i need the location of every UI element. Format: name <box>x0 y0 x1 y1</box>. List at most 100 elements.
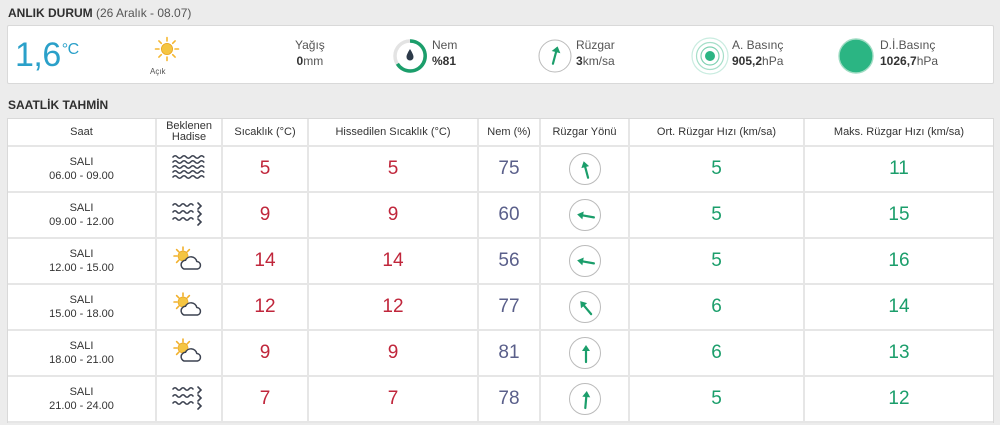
wind-direction-cell <box>540 192 630 239</box>
humidity-icon <box>392 38 428 79</box>
current-condition: Açık <box>150 36 184 76</box>
time-cell: SALI 12.00 - 15.00 <box>8 238 157 285</box>
current-conditions-title: ANLIK DURUM (26 Aralık - 08.07) <box>8 6 191 20</box>
humidity-cell: 81 <box>478 330 541 377</box>
header-time: Saat <box>8 119 157 147</box>
pressure-metric: A. Basınç 905,2hPa <box>732 38 783 68</box>
feels-like-cell: 12 <box>308 284 479 331</box>
event-cell <box>156 330 223 377</box>
max-wind-cell: 13 <box>804 330 993 377</box>
row-day: SALI <box>69 340 94 352</box>
header-wind-direction: Rüzgar Yönü <box>540 119 630 147</box>
header-event-line2: Hadise <box>171 131 207 143</box>
feels-like-cell: 7 <box>308 376 479 423</box>
max-wind-cell: 16 <box>804 238 993 285</box>
pressure-label: A. Basınç <box>732 38 784 52</box>
weather-page: ANLIK DURUM (26 Aralık - 08.07) 1,6°C Aç… <box>0 0 1000 425</box>
sea-level-pressure-icon <box>836 36 876 81</box>
wind-arrow-icon <box>568 337 601 369</box>
humidity-cell: 56 <box>478 238 541 285</box>
precipitation-metric: Yağış 0mm <box>295 38 325 68</box>
row-day: SALI <box>69 156 94 168</box>
table-row: SALI 15.00 - 18.00 12 12 77 6 14 <box>8 284 993 331</box>
precipitation-unit: mm <box>303 54 324 68</box>
row-time-range: 09.00 - 12.00 <box>49 216 114 228</box>
sea-level-pressure-label: D.İ.Basınç <box>880 38 936 52</box>
header-avg-wind: Ort. Rüzgar Hızı (km/sa) <box>629 119 805 147</box>
wind-direction-cell <box>540 376 630 423</box>
row-day: SALI <box>69 294 94 306</box>
humidity-cell: 60 <box>478 192 541 239</box>
feels-like-cell: 14 <box>308 238 479 285</box>
partly-cloudy-icon <box>171 291 207 323</box>
sea-level-pressure-unit: hPa <box>916 54 939 68</box>
table-header-row: Saat Beklenen Hadise Sıcaklık (°C) Hissed… <box>8 119 993 147</box>
wind-metric: Rüzgar 3km/sa <box>576 38 615 68</box>
table-row: SALI 21.00 - 24.00 7 7 78 5 12 <box>8 376 993 423</box>
avg-wind-cell: 5 <box>629 376 805 423</box>
humidity-label: Nem <box>432 38 458 52</box>
time-cell: SALI 15.00 - 18.00 <box>8 284 157 331</box>
event-cell <box>156 192 223 239</box>
header-temperature: Sıcaklık (°C) <box>222 119 309 147</box>
temperature-cell: 14 <box>222 238 309 285</box>
sun-icon <box>154 36 180 66</box>
hourly-forecast-table: Saat Beklenen Hadise Sıcaklık (°C) Hissed… <box>7 118 994 423</box>
sea-level-pressure-value: 1026,7 <box>880 54 917 68</box>
current-temperature-unit: °C <box>61 41 79 58</box>
wind-arrow-icon <box>568 383 601 415</box>
current-temperature-value: 1,6 <box>15 36 61 74</box>
time-cell: SALI 18.00 - 21.00 <box>8 330 157 377</box>
pressure-value: 905,2 <box>732 54 763 68</box>
event-cell <box>156 376 223 423</box>
avg-wind-cell: 5 <box>629 146 805 193</box>
wind-unit: km/sa <box>582 54 615 68</box>
pressure-icon <box>690 36 730 81</box>
table-row: SALI 12.00 - 15.00 14 14 56 5 16 <box>8 238 993 285</box>
row-time-range: 15.00 - 18.00 <box>49 308 114 320</box>
header-humidity: Nem (%) <box>478 119 541 147</box>
wind-direction-cell <box>540 330 630 377</box>
table-row: SALI 09.00 - 12.00 9 9 60 5 15 <box>8 192 993 239</box>
time-cell: SALI 09.00 - 12.00 <box>8 192 157 239</box>
time-cell: SALI 06.00 - 09.00 <box>8 146 157 193</box>
row-day: SALI <box>69 248 94 260</box>
current-temperature: 1,6°C <box>15 36 79 75</box>
avg-wind-cell: 5 <box>629 238 805 285</box>
time-cell: SALI 21.00 - 24.00 <box>8 376 157 423</box>
header-feels-like: Hissedilen Sıcaklık (°C) <box>308 119 479 147</box>
max-wind-cell: 12 <box>804 376 993 423</box>
sea-level-pressure-metric: D.İ.Basınç 1026,7hPa <box>880 38 938 68</box>
table-row: SALI 18.00 - 21.00 9 9 81 6 13 <box>8 330 993 377</box>
header-max-wind: Maks. Rüzgar Hızı (km/sa) <box>804 119 993 147</box>
max-wind-cell: 15 <box>804 192 993 239</box>
temperature-cell: 12 <box>222 284 309 331</box>
pressure-unit: hPa <box>762 54 784 68</box>
wind-direction-cell <box>540 238 630 285</box>
partly-cloudy-icon <box>171 337 207 369</box>
forecast-title: SAATLİK TAHMİN <box>8 98 109 112</box>
humidity-cell: 77 <box>478 284 541 331</box>
partly-cloudy-icon <box>171 245 207 277</box>
precipitation-label: Yağış <box>295 38 325 52</box>
fog-rain-icon <box>171 201 207 230</box>
wind-direction-cell <box>540 146 630 193</box>
max-wind-cell: 14 <box>804 284 993 331</box>
row-time-range: 18.00 - 21.00 <box>49 354 114 366</box>
table-row: SALI 06.00 - 09.00 5 5 75 5 11 <box>8 146 993 193</box>
max-wind-cell: 11 <box>804 146 993 193</box>
avg-wind-cell: 5 <box>629 192 805 239</box>
wind-arrow-icon <box>568 153 601 185</box>
wind-direction-cell <box>540 284 630 331</box>
temperature-cell: 5 <box>222 146 309 193</box>
temperature-cell: 9 <box>222 192 309 239</box>
fog-rain-icon <box>171 385 207 414</box>
humidity-cell: 75 <box>478 146 541 193</box>
current-title-text: ANLIK DURUM <box>8 6 93 20</box>
temperature-cell: 9 <box>222 330 309 377</box>
header-event: Beklenen Hadise <box>156 119 223 147</box>
wind-label: Rüzgar <box>576 38 615 52</box>
event-cell <box>156 284 223 331</box>
wind-arrow-icon <box>568 199 601 231</box>
temperature-cell: 7 <box>222 376 309 423</box>
